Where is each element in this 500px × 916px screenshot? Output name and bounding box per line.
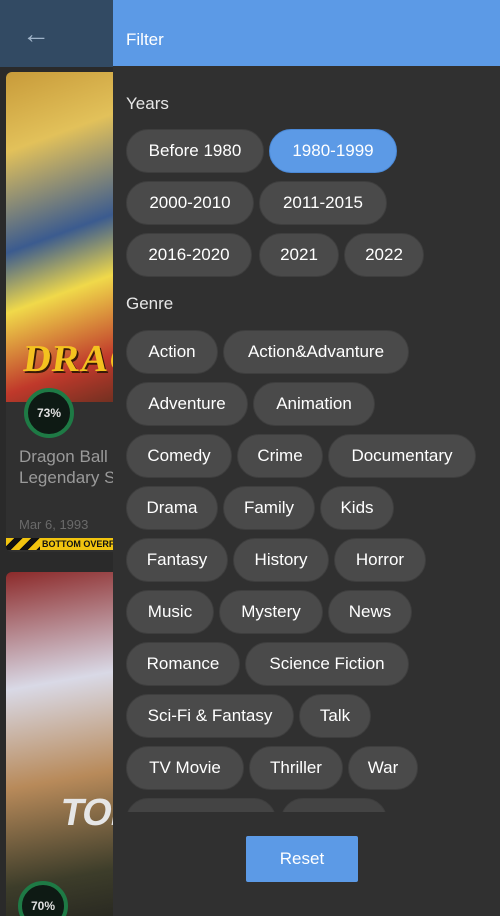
genre-chip-adventure[interactable]: Adventure	[126, 382, 248, 426]
genre-chip-news[interactable]: News	[328, 590, 412, 634]
genre-chip-partial[interactable]	[126, 798, 276, 812]
year-chip-2016-2020[interactable]: 2016-2020	[126, 233, 252, 277]
years-section-label: Years	[126, 94, 169, 113]
genre-chip-war[interactable]: War	[348, 746, 418, 790]
overflow-warning-label: BOTTOM OVERFL	[40, 538, 122, 550]
year-chip-before-1980[interactable]: Before 1980	[126, 129, 264, 173]
genre-chip-documentary[interactable]: Documentary	[328, 434, 476, 478]
genre-chip-animation[interactable]: Animation	[253, 382, 375, 426]
genre-chip-tv-movie[interactable]: TV Movie	[126, 746, 244, 790]
genre-chip-science-fiction[interactable]: Science Fiction	[245, 642, 409, 686]
genre-chip-history[interactable]: History	[233, 538, 329, 582]
back-arrow-icon[interactable]: ←	[22, 20, 50, 48]
genre-chip-comedy[interactable]: Comedy	[126, 434, 232, 478]
genre-chip-crime[interactable]: Crime	[237, 434, 323, 478]
release-date: Mar 6, 1993	[19, 517, 89, 532]
genre-chip-sci-fi-fantasy[interactable]: Sci-Fi & Fantasy	[126, 694, 294, 738]
genre-chip-group: Action Action&Advanture Adventure Animation…	[126, 330, 491, 812]
genre-chip-thriller[interactable]: Thriller	[249, 746, 343, 790]
genre-chip-horror[interactable]: Horror	[334, 538, 426, 582]
year-chip-2000-2010[interactable]: 2000-2010	[126, 181, 254, 225]
screen: ← DRAGON 73% Dragon Ball Z: The Legendar…	[0, 0, 500, 916]
reset-button[interactable]: Reset	[246, 836, 358, 882]
genre-chip-drama[interactable]: Drama	[126, 486, 218, 530]
genre-chip-fantasy[interactable]: Fantasy	[126, 538, 228, 582]
year-chip-2022[interactable]: 2022	[344, 233, 424, 277]
genre-chip-partial[interactable]	[281, 798, 387, 812]
genre-chip-action[interactable]: Action	[126, 330, 218, 374]
rating-badge: 73%	[24, 388, 74, 438]
drawer-title: Filter	[126, 30, 164, 49]
genre-chip-kids[interactable]: Kids	[320, 486, 394, 530]
drawer-footer: Reset	[113, 812, 500, 916]
genre-section-label: Genre	[126, 294, 174, 313]
genre-chip-romance[interactable]: Romance	[126, 642, 240, 686]
drawer-header: Filter	[113, 0, 500, 66]
genre-chip-action-advanture[interactable]: Action&Advanture	[223, 330, 409, 374]
genre-chip-family[interactable]: Family	[223, 486, 315, 530]
year-chip-1980-1999[interactable]: 1980-1999	[269, 129, 397, 173]
year-chip-2011-2015[interactable]: 2011-2015	[259, 181, 387, 225]
genre-chip-talk[interactable]: Talk	[299, 694, 371, 738]
filter-drawer: Filter Years Before 1980 1980-1999 2000-20…	[113, 0, 500, 916]
year-chip-2021[interactable]: 2021	[259, 233, 339, 277]
genre-chip-music[interactable]: Music	[126, 590, 214, 634]
year-chip-group: Before 1980 1980-1999 2000-2010 2011-2015 20…	[126, 129, 491, 279]
genre-chip-mystery[interactable]: Mystery	[219, 590, 323, 634]
